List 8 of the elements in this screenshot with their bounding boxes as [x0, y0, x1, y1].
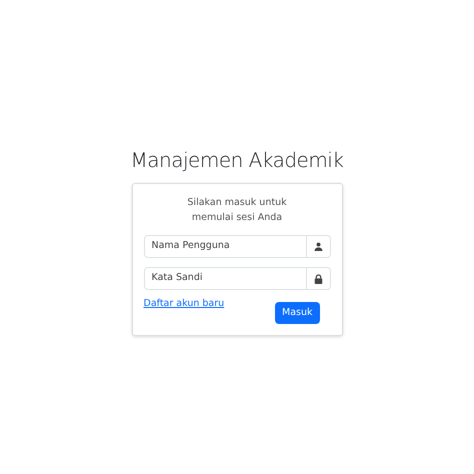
password-field[interactable]: Kata Sandi [144, 267, 306, 290]
lock-icon [314, 274, 322, 284]
username-field[interactable]: Nama Pengguna [144, 235, 306, 258]
user-icon [314, 242, 322, 251]
register-link[interactable]: Daftar akun baru [144, 297, 224, 312]
page-title: Manajemen Akademik [130, 147, 344, 174]
login-message: Silakan masuk untuk memulai sesi Anda [186, 196, 288, 225]
login-button[interactable]: Masuk [275, 302, 320, 324]
